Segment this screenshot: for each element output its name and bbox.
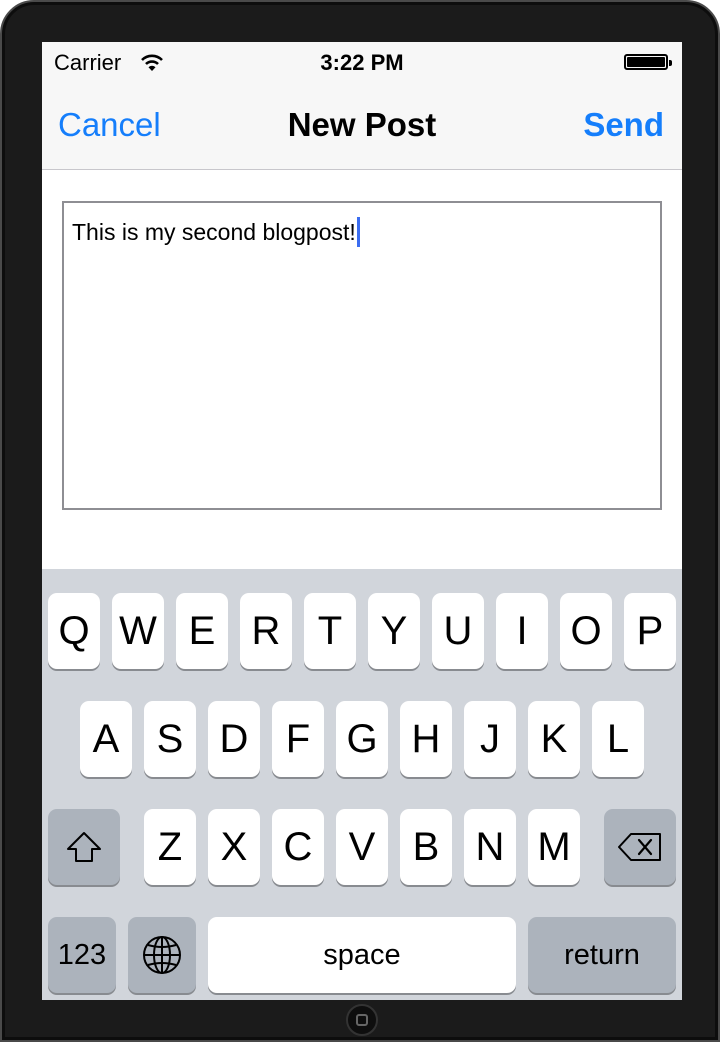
key-l[interactable]: L xyxy=(592,701,644,777)
key-p[interactable]: P xyxy=(624,593,676,669)
delete-icon xyxy=(618,833,661,861)
numbers-key[interactable]: 123 xyxy=(48,917,116,993)
key-s[interactable]: S xyxy=(144,701,196,777)
key-m[interactable]: M xyxy=(528,809,580,885)
key-k[interactable]: K xyxy=(528,701,580,777)
navigation-bar: Cancel New Post Send xyxy=(42,82,682,170)
key-x[interactable]: X xyxy=(208,809,260,885)
space-key[interactable]: space xyxy=(208,917,516,993)
key-o[interactable]: O xyxy=(560,593,612,669)
home-button[interactable] xyxy=(346,1004,378,1036)
key-n[interactable]: N xyxy=(464,809,516,885)
return-key[interactable]: return xyxy=(528,917,676,993)
key-f[interactable]: F xyxy=(272,701,324,777)
battery-icon xyxy=(624,54,672,70)
shift-key[interactable] xyxy=(48,809,120,885)
key-u[interactable]: U xyxy=(432,593,484,669)
key-t[interactable]: T xyxy=(304,593,356,669)
key-z[interactable]: Z xyxy=(144,809,196,885)
post-text-view[interactable]: This is my second blogpost! xyxy=(62,201,662,510)
globe-key[interactable] xyxy=(128,917,196,993)
key-r[interactable]: R xyxy=(240,593,292,669)
key-b[interactable]: B xyxy=(400,809,452,885)
key-w[interactable]: W xyxy=(112,593,164,669)
key-c[interactable]: C xyxy=(272,809,324,885)
post-text: This is my second blogpost! xyxy=(72,219,356,245)
key-d[interactable]: D xyxy=(208,701,260,777)
keyboard: Q W E R T Y U I O P A S D F G H J K L Z xyxy=(42,569,682,1000)
key-j[interactable]: J xyxy=(464,701,516,777)
delete-key[interactable] xyxy=(604,809,676,885)
key-g[interactable]: G xyxy=(336,701,388,777)
key-h[interactable]: H xyxy=(400,701,452,777)
globe-icon xyxy=(143,936,181,974)
shift-icon xyxy=(67,832,101,862)
send-button[interactable]: Send xyxy=(583,106,664,144)
key-e[interactable]: E xyxy=(176,593,228,669)
key-v[interactable]: V xyxy=(336,809,388,885)
screen: Carrier 3:22 PM Cancel New Post Send Thi… xyxy=(42,42,682,1000)
key-q[interactable]: Q xyxy=(48,593,100,669)
key-i[interactable]: I xyxy=(496,593,548,669)
device-frame: Carrier 3:22 PM Cancel New Post Send Thi… xyxy=(0,0,720,1042)
status-bar: Carrier 3:22 PM xyxy=(42,42,682,82)
status-time: 3:22 PM xyxy=(320,50,404,75)
key-a[interactable]: A xyxy=(80,701,132,777)
text-cursor xyxy=(356,217,360,247)
key-y[interactable]: Y xyxy=(368,593,420,669)
